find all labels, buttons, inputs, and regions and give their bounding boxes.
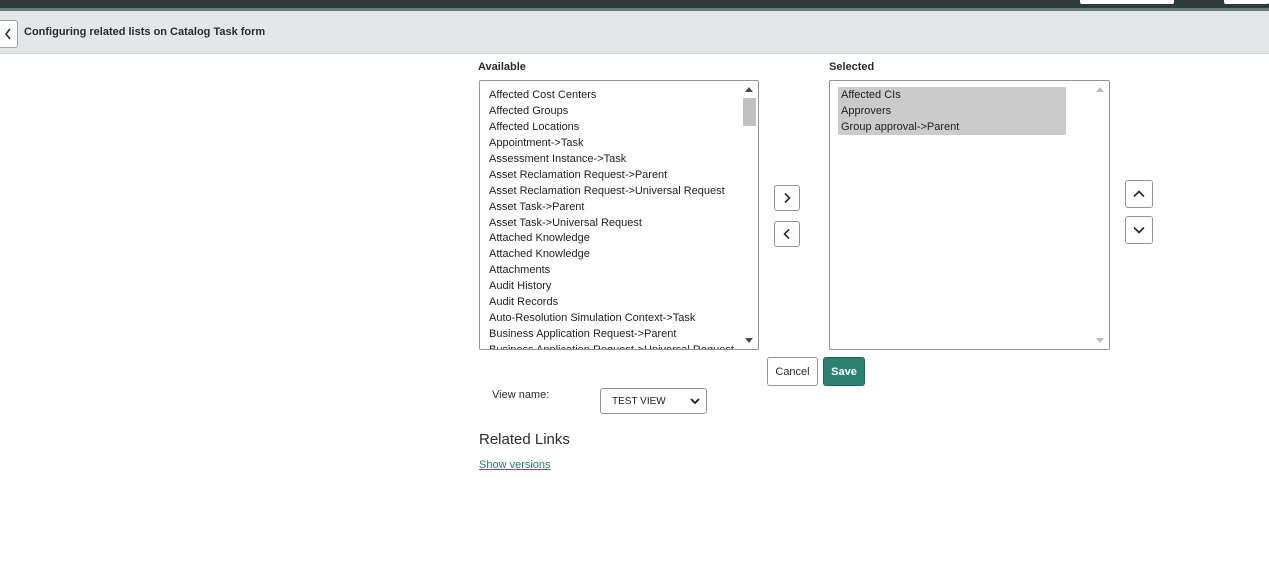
list-item[interactable]: Audit History bbox=[480, 278, 740, 294]
list-item[interactable]: Approvers bbox=[838, 102, 1066, 119]
scroll-up-arrow-icon[interactable] bbox=[1096, 87, 1104, 92]
scroll-down-arrow-icon[interactable] bbox=[1096, 338, 1104, 343]
view-name-value: TEST VIEW bbox=[612, 396, 666, 407]
show-versions-link[interactable]: Show versions bbox=[479, 459, 551, 471]
list-item[interactable]: Asset Reclamation Request->Parent bbox=[480, 167, 740, 183]
add-to-selected-button[interactable] bbox=[774, 185, 800, 211]
cancel-button[interactable]: Cancel bbox=[767, 357, 818, 386]
list-item[interactable]: Affected Cost Centers bbox=[480, 87, 740, 103]
list-item[interactable]: Business Application Request->Universal … bbox=[480, 342, 740, 349]
move-up-button[interactable] bbox=[1125, 180, 1153, 208]
scroll-thumb[interactable] bbox=[743, 98, 756, 126]
available-label: Available bbox=[478, 61, 526, 73]
scroll-up-arrow-icon[interactable] bbox=[745, 87, 753, 92]
list-item[interactable]: Business Application Request->Parent bbox=[480, 326, 740, 342]
page-title: Configuring related lists on Catalog Tas… bbox=[24, 26, 266, 38]
list-item[interactable]: Asset Task->Universal Request bbox=[480, 215, 740, 231]
list-item[interactable]: Group approval->Parent bbox=[838, 118, 1066, 135]
list-item[interactable]: Asset Reclamation Request->Universal Req… bbox=[480, 183, 740, 199]
related-links-heading: Related Links bbox=[479, 431, 570, 448]
view-name-label: View name: bbox=[492, 389, 550, 401]
list-item[interactable]: Audit Records bbox=[480, 294, 740, 310]
list-item[interactable]: Attached Knowledge bbox=[480, 230, 740, 246]
chevron-down-icon bbox=[690, 398, 700, 405]
back-button[interactable] bbox=[0, 20, 18, 48]
selected-scrollbar[interactable] bbox=[1092, 81, 1109, 349]
list-item[interactable]: Attachments bbox=[480, 262, 740, 278]
list-item[interactable]: Affected Groups bbox=[480, 103, 740, 119]
chevron-right-icon bbox=[784, 192, 791, 204]
chevron-left-icon bbox=[4, 28, 11, 40]
list-item[interactable]: Auto-Resolution Simulation Context->Task bbox=[480, 310, 740, 326]
list-item[interactable]: Asset Task->Parent bbox=[480, 199, 740, 215]
top-nav-bar bbox=[0, 0, 1269, 11]
available-list[interactable]: Affected Cost Centers Affected Groups Affe… bbox=[479, 80, 759, 350]
selected-list[interactable]: Affected CIs Approvers Group approval->Par… bbox=[829, 80, 1110, 350]
list-item[interactable]: Appointment->Task bbox=[480, 135, 740, 151]
top-nav-control[interactable] bbox=[1224, 0, 1269, 4]
top-nav-control[interactable] bbox=[1080, 0, 1174, 4]
view-name-select[interactable]: TEST VIEW bbox=[600, 388, 707, 414]
selected-label: Selected bbox=[829, 61, 875, 73]
list-item[interactable]: Attached Knowledge bbox=[480, 246, 740, 262]
chevron-down-icon bbox=[1133, 226, 1145, 234]
list-item[interactable]: Affected CIs bbox=[838, 87, 1066, 103]
move-down-button[interactable] bbox=[1125, 216, 1153, 244]
chevron-up-icon bbox=[1133, 190, 1145, 198]
available-scrollbar[interactable] bbox=[741, 81, 758, 349]
save-button[interactable]: Save bbox=[823, 357, 865, 386]
list-item[interactable]: Assessment Instance->Task bbox=[480, 151, 740, 167]
list-item[interactable]: Affected Locations bbox=[480, 119, 740, 135]
chevron-left-icon bbox=[783, 228, 790, 240]
remove-from-selected-button[interactable] bbox=[774, 221, 800, 247]
scroll-down-arrow-icon[interactable] bbox=[745, 338, 753, 343]
form-header: Configuring related lists on Catalog Tas… bbox=[0, 11, 1269, 54]
